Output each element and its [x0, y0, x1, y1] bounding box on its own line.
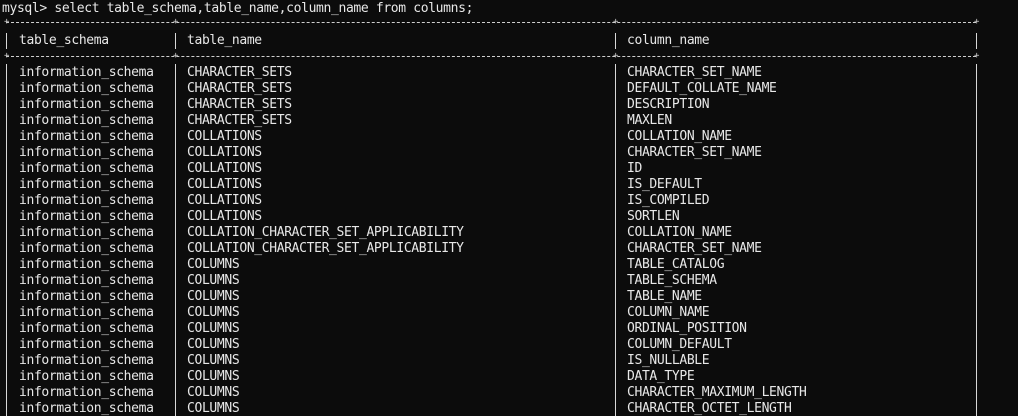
cell-table-schema: information_schema [19, 65, 154, 80]
cell-table-name: CHARACTER_SETS [187, 113, 292, 128]
cell-column-name: COLUMN_DEFAULT [627, 337, 732, 352]
border-corner: + [613, 17, 619, 27]
cell-column-name: MAXLEN [627, 113, 672, 128]
border-corner: + [974, 51, 980, 61]
cell-table-name: COLUMNS [187, 273, 240, 288]
cell-table-schema: information_schema [19, 129, 154, 144]
cell-table-schema: information_schema [19, 209, 154, 224]
cell-column-name: ID [627, 161, 642, 176]
cell-table-name: COLLATIONS [187, 161, 262, 176]
column-divider [976, 33, 977, 49]
border-corner: + [4, 17, 10, 27]
cell-column-name: SORTLEN [627, 209, 680, 224]
cell-table-name: COLLATIONS [187, 177, 262, 192]
cell-column-name: CHARACTER_SET_NAME [627, 145, 762, 160]
cell-table-name: CHARACTER_SETS [187, 65, 292, 80]
header-table-schema: table_schema [19, 33, 109, 48]
cell-column-name: IS_COMPILED [627, 193, 710, 208]
cell-table-schema: information_schema [19, 353, 154, 368]
terminal-window[interactable]: mysql> select table_schema,table_name,co… [0, 0, 1018, 416]
cell-table-name: COLUMNS [187, 257, 240, 272]
cell-column-name: COLLATION_NAME [627, 225, 732, 240]
cell-table-name: COLUMNS [187, 401, 240, 416]
cell-table-name: COLLATIONS [187, 129, 262, 144]
cell-column-name: CHARACTER_SET_NAME [627, 65, 762, 80]
cell-column-name: IS_NULLABLE [627, 353, 710, 368]
column-divider [976, 64, 977, 416]
cell-table-name: CHARACTER_SETS [187, 97, 292, 112]
cell-table-name: COLLATIONS [187, 145, 262, 160]
column-divider [175, 64, 176, 416]
table-top-border [6, 22, 976, 23]
cell-column-name: DATA_TYPE [627, 369, 695, 384]
cell-table-schema: information_schema [19, 321, 154, 336]
cell-table-name: COLUMNS [187, 369, 240, 384]
cell-table-name: COLUMNS [187, 337, 240, 352]
border-corner: + [974, 17, 980, 27]
cell-table-name: COLUMNS [187, 385, 240, 400]
cell-table-schema: information_schema [19, 401, 154, 416]
cell-table-schema: information_schema [19, 161, 154, 176]
cell-table-schema: information_schema [19, 193, 154, 208]
cell-column-name: TABLE_SCHEMA [627, 273, 717, 288]
cell-table-schema: information_schema [19, 289, 154, 304]
column-divider [615, 33, 616, 49]
cell-table-name: CHARACTER_SETS [187, 81, 292, 96]
cell-column-name: ORDINAL_POSITION [627, 321, 747, 336]
cell-column-name: DESCRIPTION [627, 97, 710, 112]
column-divider [615, 64, 616, 416]
mysql-prompt: mysql> [2, 1, 47, 16]
border-corner: + [173, 17, 179, 27]
cell-table-schema: information_schema [19, 337, 154, 352]
cell-table-name: COLUMNS [187, 353, 240, 368]
cell-table-schema: information_schema [19, 273, 154, 288]
cell-column-name: TABLE_NAME [627, 289, 702, 304]
header-column-name: column_name [627, 33, 710, 48]
cell-column-name: TABLE_CATALOG [627, 257, 725, 272]
border-corner: + [4, 51, 10, 61]
cell-table-schema: information_schema [19, 225, 154, 240]
cell-table-schema: information_schema [19, 81, 154, 96]
cell-table-name: COLLATION_CHARACTER_SET_APPLICABILITY [187, 241, 464, 256]
cell-table-name: COLUMNS [187, 289, 240, 304]
border-corner: + [613, 51, 619, 61]
header-table-name: table_name [187, 33, 262, 48]
cell-table-name: COLLATIONS [187, 193, 262, 208]
column-divider [6, 64, 7, 416]
cell-column-name: COLUMN_NAME [627, 305, 710, 320]
table-header-separator [6, 56, 976, 57]
sql-command: select table_schema,table_name,column_na… [54, 1, 474, 16]
cell-column-name: CHARACTER_OCTET_LENGTH [627, 401, 792, 416]
column-divider [175, 33, 176, 49]
cell-column-name: CHARACTER_SET_NAME [627, 241, 762, 256]
cell-table-schema: information_schema [19, 241, 154, 256]
cell-column-name: DEFAULT_COLLATE_NAME [627, 81, 777, 96]
cell-table-name: COLLATION_CHARACTER_SET_APPLICABILITY [187, 225, 464, 240]
cell-table-name: COLUMNS [187, 321, 240, 336]
cell-table-schema: information_schema [19, 369, 154, 384]
cell-column-name: IS_DEFAULT [627, 177, 702, 192]
border-corner: + [173, 51, 179, 61]
cell-column-name: COLLATION_NAME [627, 129, 732, 144]
cell-table-schema: information_schema [19, 305, 154, 320]
cell-table-schema: information_schema [19, 385, 154, 400]
cell-table-schema: information_schema [19, 145, 154, 160]
cell-table-schema: information_schema [19, 113, 154, 128]
column-divider [6, 33, 7, 49]
cell-table-schema: information_schema [19, 97, 154, 112]
cell-table-name: COLLATIONS [187, 209, 262, 224]
cell-column-name: CHARACTER_MAXIMUM_LENGTH [627, 385, 807, 400]
cell-table-schema: information_schema [19, 257, 154, 272]
cell-table-name: COLUMNS [187, 305, 240, 320]
cell-table-schema: information_schema [19, 177, 154, 192]
command-line: mysql> select table_schema,table_name,co… [2, 1, 473, 17]
